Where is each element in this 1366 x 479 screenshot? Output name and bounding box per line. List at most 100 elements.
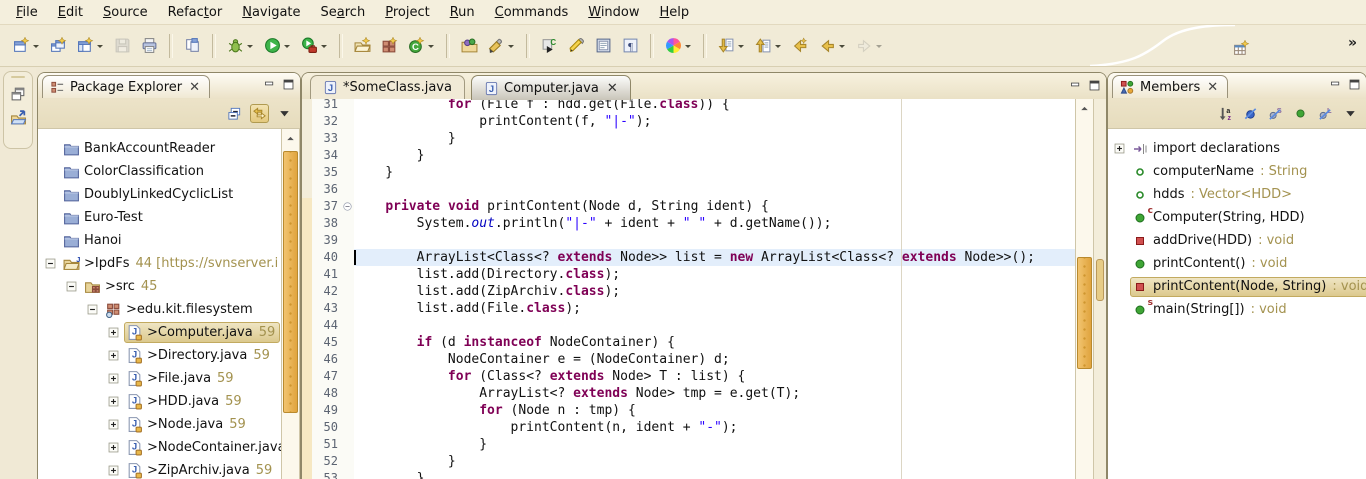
tree-item[interactable]: Euro-Test <box>38 206 300 229</box>
tree-item[interactable]: J> Directory.java59 <box>38 344 300 367</box>
new-window-button[interactable] <box>47 30 70 62</box>
dropdown-arrow-icon[interactable] <box>684 43 692 49</box>
hide-static-button[interactable]: S <box>1266 104 1285 123</box>
tab-package-explorer[interactable]: Package Explorer ✕ <box>42 75 210 98</box>
code-line[interactable]: 34 } <box>302 147 1106 164</box>
tree-item[interactable]: > edu.kit.filesystem <box>38 298 300 321</box>
tab-members[interactable]: Members ✕ <box>1112 75 1228 98</box>
code-line[interactable]: 50 printContent(n, ident + "-"); <box>302 419 1106 436</box>
menu-window[interactable]: Window <box>578 2 649 23</box>
editor-scrollbar[interactable] <box>1075 99 1094 479</box>
overview-annotation-mark[interactable] <box>1096 259 1104 301</box>
code-line[interactable]: 52 } <box>302 453 1106 470</box>
highlighter-button[interactable] <box>565 30 588 62</box>
scroll-up-icon[interactable] <box>282 132 299 145</box>
color-wheel-button[interactable] <box>662 30 695 62</box>
code-line[interactable]: 39 <box>302 232 1106 249</box>
code-line[interactable]: 49 for (Node n : tmp) { <box>302 402 1106 419</box>
copy-doc-button[interactable] <box>181 30 204 62</box>
tree-item[interactable]: J> File.java59 <box>38 367 300 390</box>
show-public-button[interactable] <box>1291 104 1310 123</box>
code-line[interactable]: 43 list.add(File.class); <box>302 300 1106 317</box>
new-class-button[interactable]: C <box>405 30 438 62</box>
code-line[interactable]: 37 private void printContent(Node d, Str… <box>302 198 1106 215</box>
dropdown-arrow-icon[interactable] <box>427 43 435 49</box>
member-item[interactable]: import declarations <box>1108 137 1366 160</box>
overview-ruler[interactable] <box>1093 99 1106 479</box>
code-line[interactable]: 40 ArrayList<Class<? extends Node>> list… <box>302 249 1106 266</box>
code-line[interactable]: 42 list.add(ZipArchiv.class); <box>302 283 1106 300</box>
code-line[interactable]: 36 <box>302 181 1106 198</box>
new-table-button[interactable] <box>1230 32 1253 64</box>
code-line[interactable]: 45 if (d instanceof NodeContainer) { <box>302 334 1106 351</box>
print-button[interactable] <box>138 30 161 62</box>
show-whitespace-button[interactable]: ¶ <box>619 30 642 62</box>
tree-item[interactable]: J> NodeContainer.java59 <box>38 436 300 459</box>
tree-item[interactable]: J> Computer.java59 <box>38 321 300 344</box>
new-java-project-button[interactable] <box>351 30 374 62</box>
menu-navigate[interactable]: Navigate <box>232 2 310 23</box>
dropdown-arrow-icon[interactable] <box>875 43 883 49</box>
editor-tab-someclassjava[interactable]: J*SomeClass.java <box>310 75 465 99</box>
scrollbar-thumb[interactable] <box>283 151 298 413</box>
member-item[interactable]: addDrive(HDD): void <box>1108 229 1366 252</box>
prev-annotation-button[interactable] <box>752 30 785 62</box>
new-package-button[interactable] <box>378 30 401 62</box>
show-source-button[interactable] <box>592 30 615 62</box>
open-type-button[interactable] <box>458 30 481 62</box>
dropdown-arrow-icon[interactable] <box>737 43 745 49</box>
back-button[interactable] <box>816 30 849 62</box>
run-task-button[interactable]: C <box>538 30 561 62</box>
toolbar-overflow-chevron[interactable]: » <box>1348 35 1356 51</box>
minimize-button[interactable] <box>1329 78 1342 91</box>
new-view-button[interactable] <box>74 30 107 62</box>
view-menu-button[interactable] <box>1341 104 1360 123</box>
member-item[interactable]: hdds: Vector<HDD> <box>1108 183 1366 206</box>
hide-local-button[interactable]: L <box>1316 104 1335 123</box>
dropdown-arrow-icon[interactable] <box>774 43 782 49</box>
open-perspective-button[interactable] <box>4 109 32 126</box>
next-annotation-button[interactable] <box>715 30 748 62</box>
hide-fields-button[interactable] <box>1241 104 1260 123</box>
close-icon[interactable]: ✕ <box>189 80 200 95</box>
collapse-all-button[interactable] <box>225 104 244 123</box>
tree-item[interactable]: J> Node.java59 <box>38 413 300 436</box>
search-button[interactable] <box>485 30 518 62</box>
save-button[interactable] <box>111 30 134 62</box>
dropdown-arrow-icon[interactable] <box>283 43 291 49</box>
menu-search[interactable]: Search <box>311 2 376 23</box>
menu-help[interactable]: Help <box>650 2 700 23</box>
menu-edit[interactable]: Edit <box>48 2 93 23</box>
code-line[interactable]: 46 NodeContainer e = (NodeContainer) d; <box>302 351 1106 368</box>
dropdown-arrow-icon[interactable] <box>96 43 104 49</box>
member-item[interactable]: smain(String[]): void <box>1108 298 1366 321</box>
new-wizard-button[interactable] <box>10 30 43 62</box>
code-line[interactable]: 32 printContent(f, "|-"); <box>302 113 1106 130</box>
external-tools-button[interactable] <box>298 30 331 62</box>
menu-file[interactable]: File <box>6 2 48 23</box>
view-menu-button[interactable] <box>275 104 294 123</box>
member-item[interactable]: computerName: String <box>1108 160 1366 183</box>
menu-source[interactable]: Source <box>93 2 158 23</box>
perspective-bar-handle[interactable] <box>11 76 25 78</box>
scrollbar-thumb[interactable] <box>1077 257 1092 369</box>
restore-windows-button[interactable] <box>4 85 32 102</box>
member-item[interactable]: printContent(Node, String): void <box>1108 275 1366 298</box>
dropdown-arrow-icon[interactable] <box>507 43 515 49</box>
tree-item[interactable]: BankAccountReader <box>38 137 300 160</box>
tree-item[interactable]: ColorClassification <box>38 160 300 183</box>
minimize-button[interactable] <box>263 78 276 91</box>
editor-body[interactable]: 31 for (File f : hdd.get(File.class)) {3… <box>302 99 1106 479</box>
scroll-up-icon[interactable] <box>1076 102 1093 115</box>
tree-item[interactable]: > src45 <box>38 275 300 298</box>
tree-item[interactable]: Hanoi <box>38 229 300 252</box>
dropdown-arrow-icon[interactable] <box>32 43 40 49</box>
close-icon[interactable]: ✕ <box>607 81 618 96</box>
code-line[interactable]: 51 } <box>302 436 1106 453</box>
code-line[interactable]: 31 for (File f : hdd.get(File.class)) { <box>302 99 1106 113</box>
code-line[interactable]: 35 } <box>302 164 1106 181</box>
run-button[interactable] <box>261 30 294 62</box>
menu-run[interactable]: Run <box>440 2 485 23</box>
code-line[interactable]: 47 for (Class<? extends Node> T : list) … <box>302 368 1106 385</box>
maximize-button[interactable] <box>1348 78 1361 91</box>
